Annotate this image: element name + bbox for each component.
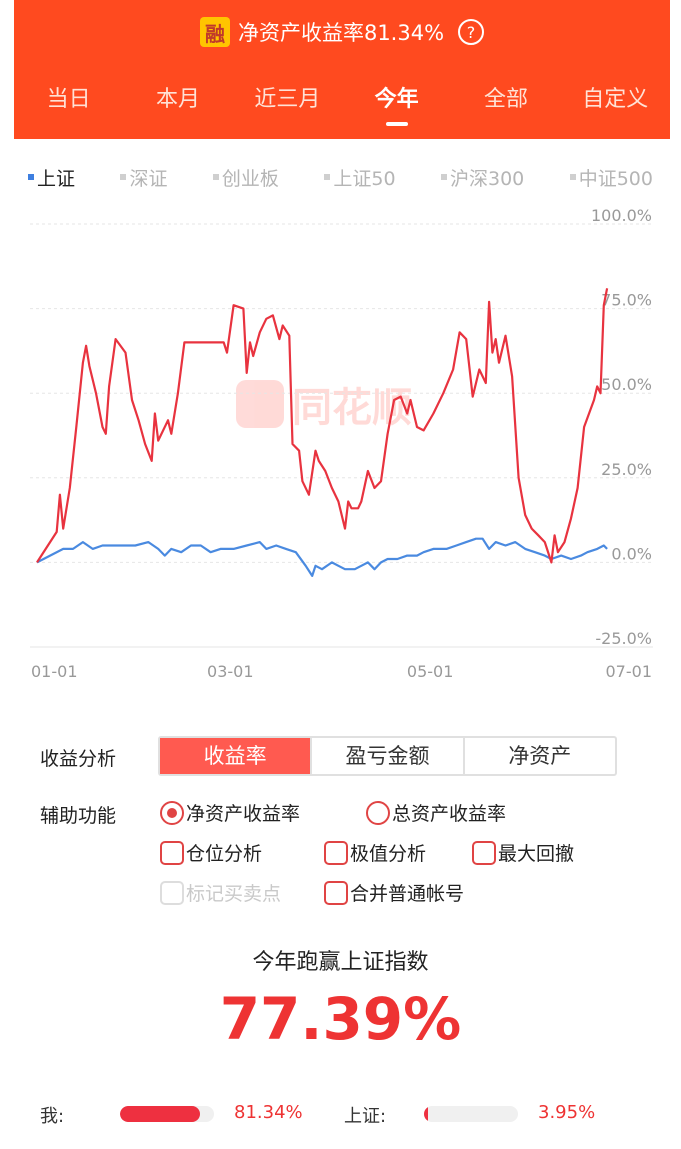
y-tick-label: 0.0% [611,544,652,563]
analysis-label: 收益分析 [40,748,117,770]
index-label: 沪深300 [449,167,525,190]
index-shenzhen[interactable]: 深证 [120,162,167,192]
checkbox-label: 合并普通帐号 [350,883,465,905]
legend-square-icon [28,174,34,180]
my-return-bar [120,1106,214,1122]
index-sse50[interactable]: 上证50 [324,162,396,192]
index-label: 上证50 [333,167,396,190]
x-tick-label: 05-01 [407,662,454,681]
tab-custom[interactable]: 自定义 [561,80,670,124]
index-return-bar [424,1106,518,1122]
check-max-drawdown[interactable]: 最大回撤 [472,839,574,866]
beat-index-value: 77.39% [219,985,462,1053]
legend-square-icon [569,174,576,180]
legend-square-icon [324,174,331,180]
analysis-segment: 收益率 盈亏金额 净资产 [158,736,617,776]
y-tick-label: 50.0% [601,375,652,394]
check-extreme-analysis[interactable]: 极值分析 [324,839,426,866]
index-csi300[interactable]: 沪深300 [440,162,525,192]
x-tick-label: 03-01 [207,662,254,681]
checkbox-label: 最大回撤 [498,843,575,865]
checkbox-icon [472,840,496,865]
y-tick-label: 25.0% [601,460,652,479]
legend-square-icon [440,174,447,180]
checkbox-icon [160,880,184,905]
index-label: 上证 [37,167,76,190]
help-icon[interactable]: ? [458,19,485,45]
series-line-me [36,288,609,564]
tab-three-months[interactable]: 近三月 [233,80,342,124]
check-mark-trades[interactable]: 标记买卖点 [160,879,281,906]
beat-index-title: 今年跑赢上证指数 [252,950,429,975]
radio-total-asset-return[interactable]: 总资产收益率 [366,799,506,826]
index-shanghai[interactable]: 上证 [28,162,75,192]
legend-square-icon [120,174,127,180]
margin-badge-icon: 融 [199,17,230,47]
radio-label: 总资产收益率 [392,803,507,825]
check-position-analysis[interactable]: 仓位分析 [160,839,262,866]
radio-unchecked-icon [366,800,390,825]
index-label: 深证 [129,167,168,190]
index-csi500[interactable]: 中证500 [569,162,653,192]
checkbox-icon [324,880,348,905]
my-return-value: 81.34% [234,1102,303,1123]
checkbox-label: 标记买卖点 [186,883,282,905]
radio-checked-icon [160,800,184,825]
series-line-index [36,537,608,577]
checkbox-icon [160,840,184,865]
segment-profit-amount[interactable]: 盈亏金额 [312,738,465,774]
checkbox-label: 极值分析 [350,843,427,865]
period-tabs: 当日 本月 近三月 今年 全部 自定义 [14,80,670,126]
x-tick-label: 07-01 [606,662,653,681]
my-return-label: 我: [40,1106,65,1127]
y-tick-label: 75.0% [601,291,652,310]
radio-label: 净资产收益率 [186,803,301,825]
y-tick-label: -25.0% [595,629,652,648]
index-chinext[interactable]: 创业板 [212,162,279,192]
index-return-value: 3.95% [538,1102,596,1123]
tab-today[interactable]: 当日 [14,80,123,124]
page-title: 净资产收益率81.34% [237,21,445,45]
segment-return-rate[interactable]: 收益率 [160,738,313,774]
segment-net-assets[interactable]: 净资产 [465,738,615,774]
aux-label: 辅助功能 [40,805,117,827]
tab-this-month[interactable]: 本月 [123,80,232,124]
return-chart[interactable]: 100.0% 75.0% 50.0% 25.0% 0.0% -25.0% 01-01 03-0… [0,205,681,690]
y-tick-label: 100.0% [591,206,652,225]
check-merge-accounts[interactable]: 合并普通帐号 [324,879,464,906]
legend-square-icon [212,174,219,180]
index-label: 创业板 [221,167,279,190]
header-bar: 融 净资产收益率81.34% ? 当日 本月 近三月 今年 全部 自定义 [14,0,670,139]
x-tick-label: 01-01 [31,662,78,681]
checkbox-label: 仓位分析 [186,843,263,865]
index-return-label: 上证: [344,1106,387,1127]
index-label: 中证500 [578,167,653,190]
title-row: 融 净资产收益率81.34% ? [14,12,670,52]
my-return-bar-fill [120,1106,200,1122]
tab-this-year[interactable]: 今年 [342,80,451,126]
index-return-bar-fill [424,1106,428,1122]
checkbox-icon [324,840,348,865]
radio-net-asset-return[interactable]: 净资产收益率 [160,799,300,826]
tab-all[interactable]: 全部 [451,80,560,124]
index-legend: 上证 深证 创业板 上证50 沪深300 中证500 [28,162,653,192]
